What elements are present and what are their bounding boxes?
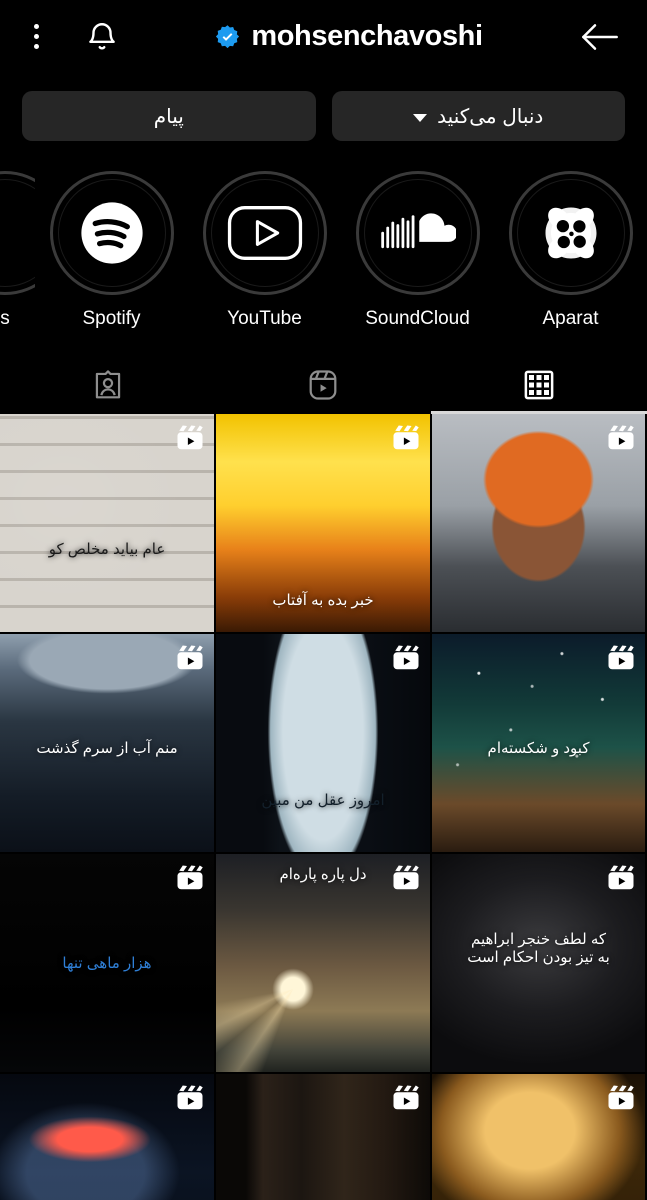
profile-header: mohsenchavoshi — [0, 0, 647, 73]
post-grid: عام بیاید مخلص کو خبر بده به آفتاب منم آب … — [0, 414, 647, 1200]
highlight-label: Spotify — [82, 308, 141, 329]
username-block: mohsenchavoshi — [119, 20, 579, 53]
message-button[interactable]: پیام — [22, 91, 316, 141]
post-caption: منم آب از سرم گذشت — [36, 739, 178, 757]
post-caption: که لطف خنجر ابراهیم به تیز بودن احکام اس… — [467, 931, 610, 967]
post-cell[interactable] — [432, 414, 645, 632]
highlight-soundcloud[interactable]: SoundCloud — [341, 171, 494, 330]
highlight-label: YouTube — [227, 308, 302, 329]
profile-tabs — [0, 356, 647, 414]
post-caption: عام بیاید مخلص کو — [48, 541, 166, 559]
reel-badge-icon — [175, 863, 205, 893]
reel-badge-icon — [606, 1083, 636, 1113]
highlight-ring — [0, 171, 35, 295]
reel-badge-icon — [606, 863, 636, 893]
highlight-label: Aparat — [542, 308, 599, 329]
three-dots-icon[interactable] — [26, 21, 47, 52]
reel-badge-icon — [177, 425, 203, 450]
post-caption: هزار ماهی تنها — [62, 955, 152, 973]
post-cell[interactable]: کبود و شکسته‌ام — [432, 634, 645, 852]
post-cell[interactable]: عام بیاید مخلص کو — [0, 414, 214, 632]
highlight-partial[interactable]: s — [0, 171, 35, 330]
following-button[interactable]: دنبال می‌کنید — [331, 91, 625, 141]
reel-badge-icon — [175, 643, 205, 673]
highlight-ring — [49, 171, 174, 295]
reel-badge-icon — [606, 423, 636, 453]
highlight-thumb — [363, 179, 472, 287]
highlight-label: s — [0, 308, 10, 329]
highlight-youtube[interactable]: YouTube — [188, 171, 341, 330]
highlight-thumb — [516, 179, 625, 287]
reel-badge-icon — [391, 1083, 421, 1113]
post-cell[interactable]: منم آب از سرم گذشت — [0, 634, 214, 852]
grid-icon — [524, 370, 554, 400]
reel-badge-icon — [175, 423, 205, 453]
reel-badge-icon — [393, 1085, 419, 1110]
post-cell[interactable]: برو ای حاجی که در سر هوس — [432, 1074, 645, 1200]
post-cell[interactable]: دل پاره پاره‌ام — [216, 854, 430, 1072]
reel-badge-icon — [393, 425, 419, 450]
bell-icon[interactable] — [85, 19, 119, 55]
reels-icon — [310, 370, 337, 400]
post-caption: خبر بده به آفتاب — [272, 591, 374, 609]
profile-action-buttons: دنبال می‌کنید پیام — [0, 73, 647, 157]
tagged-person-icon — [95, 370, 120, 399]
post-caption: امروز عقل من مبین — [261, 791, 385, 809]
reel-badge-icon — [391, 423, 421, 453]
page-title: mohsenchavoshi — [251, 20, 483, 52]
reel-badge-icon — [608, 1085, 634, 1110]
post-cell[interactable]: هزار ماهی تنها — [0, 854, 214, 1072]
post-caption: کبود و شکسته‌ام — [487, 739, 590, 757]
tab-reels[interactable] — [216, 356, 432, 414]
highlight-thumb — [0, 179, 35, 287]
reel-badge-icon — [391, 863, 421, 893]
post-cell[interactable]: خبر بده به آفتاب — [216, 414, 430, 632]
reel-badge-icon — [608, 425, 634, 450]
soundcloud-logo-icon — [380, 213, 456, 249]
story-highlights-row[interactable]: Aparat SoundCloud YouTube Spotify s — [0, 157, 647, 336]
following-label: دنبال می‌کنید — [437, 105, 544, 128]
reel-badge-icon — [175, 1083, 205, 1113]
reel-badge-icon — [606, 643, 636, 673]
post-cell[interactable]: که لطف خنجر ابراهیم به تیز بودن احکام اس… — [432, 854, 645, 1072]
reel-badge-icon — [393, 645, 419, 670]
message-label: پیام — [153, 105, 184, 128]
verified-badge-icon — [216, 25, 240, 49]
post-cell[interactable]: امروز عقل من مبین — [216, 634, 430, 852]
post-cell[interactable] — [216, 1074, 430, 1200]
header-left-group — [26, 19, 119, 55]
chevron-down-icon — [413, 113, 428, 122]
reel-badge-icon — [608, 865, 634, 890]
highlight-ring — [508, 171, 633, 295]
post-cell[interactable] — [0, 1074, 214, 1200]
aparat-logo-icon — [545, 207, 596, 259]
reel-badge-icon — [393, 865, 419, 890]
highlight-aparat[interactable]: Aparat — [494, 171, 647, 330]
highlight-thumb — [210, 179, 319, 287]
tab-grid[interactable] — [431, 356, 647, 414]
tab-tagged[interactable] — [0, 356, 216, 414]
reel-badge-icon — [391, 643, 421, 673]
back-arrow-icon[interactable] — [579, 22, 621, 52]
reel-badge-icon — [177, 645, 203, 670]
youtube-logo-icon — [227, 206, 302, 260]
spotify-logo-icon — [80, 202, 143, 264]
highlight-spotify[interactable]: Spotify — [35, 171, 188, 330]
highlight-thumb — [57, 179, 166, 287]
highlight-ring — [355, 171, 480, 295]
reel-badge-icon — [177, 1085, 203, 1110]
reel-badge-icon — [177, 865, 203, 890]
highlight-ring — [202, 171, 327, 295]
reel-badge-icon — [608, 645, 634, 670]
highlight-label: SoundCloud — [365, 308, 470, 329]
